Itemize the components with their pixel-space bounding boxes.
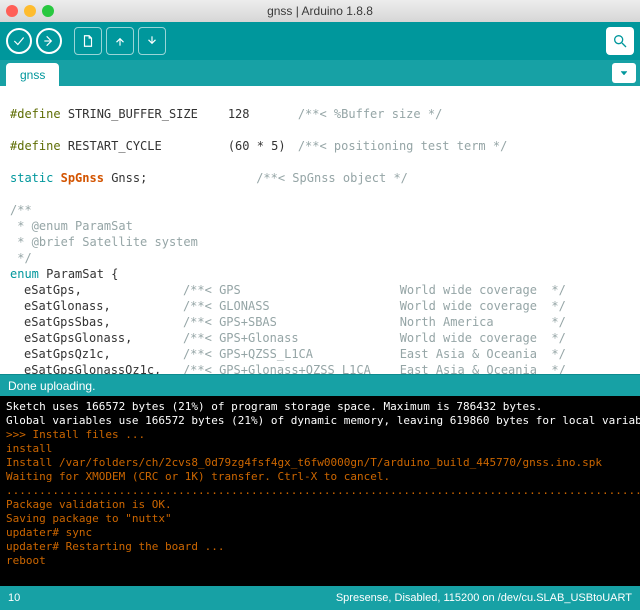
tab-bar: gnss [0,60,640,86]
console-line: updater# sync [6,526,634,540]
code-line [10,154,630,170]
code-line: #define RESTART_CYCLE(60 * 5)/**< positi… [10,138,630,154]
status-bar: Done uploading. [0,374,640,396]
code-line: eSatGpsGlonass, /**< GPS+Glonass World w… [10,330,630,346]
console-line: Sketch uses 166572 bytes (21%) of progra… [6,400,634,414]
arrow-right-icon [42,34,56,48]
code-line: eSatGpsSbas, /**< GPS+SBAS North America… [10,314,630,330]
serial-monitor-button[interactable] [606,27,634,55]
console-line: install [6,442,634,456]
code-line: eSatGlonass, /**< GLONASS World wide cov… [10,298,630,314]
code-line [10,186,630,202]
console-line: updater# Restarting the board ... [6,540,634,554]
toolbar [0,22,640,60]
console-line: reboot [6,554,634,568]
console-line: ........................................… [6,484,634,498]
open-button[interactable] [106,27,134,55]
window-titlebar: gnss | Arduino 1.8.8 [0,0,640,22]
status-text: Done uploading. [8,379,95,393]
line-number: 10 [8,592,20,604]
code-line: eSatGpsQz1c, /**< GPS+QZSS_L1CA East Asi… [10,346,630,362]
console-line: Package validation is OK. [6,498,634,512]
chevron-down-icon [618,67,630,79]
arrow-down-icon [145,34,159,48]
tab-gnss[interactable]: gnss [6,63,59,86]
console-line: Global variables use 166572 bytes (21%) … [6,414,634,428]
code-line: static SpGnss Gnss;/**< SpGnss object */ [10,170,630,186]
verify-button[interactable] [6,28,32,54]
code-line [10,122,630,138]
code-line: enum ParamSat { [10,266,630,282]
code-line: #define STRING_BUFFER_SIZE128/**< %Buffe… [10,106,630,122]
upload-button[interactable] [36,28,62,54]
code-line: */ [10,250,630,266]
console-line: Install /var/folders/ch/2cvs8_0d79zg4fsf… [6,456,634,470]
tab-menu-button[interactable] [612,63,636,83]
new-button[interactable] [74,27,102,55]
code-line: /** [10,202,630,218]
arrow-up-icon [113,34,127,48]
board-port-info: Spresense, Disabled, 115200 on /dev/cu.S… [336,592,632,604]
console-output[interactable]: Sketch uses 166572 bytes (21%) of progra… [0,396,640,586]
console-line: Waiting for XMODEM (CRC or 1K) transfer.… [6,470,634,484]
code-line: eSatGpsGlonassQz1c, /**< GPS+Glonass+QZS… [10,362,630,374]
code-editor[interactable]: #define STRING_BUFFER_SIZE128/**< %Buffe… [0,86,640,374]
console-line: >>> Install files ... [6,428,634,442]
code-line: * @enum ParamSat [10,218,630,234]
code-line: * @brief Satellite system [10,234,630,250]
console-line: Saving package to "nuttx" [6,512,634,526]
magnifier-icon [612,33,628,49]
footer-bar: 10 Spresense, Disabled, 115200 on /dev/c… [0,586,640,610]
file-icon [81,34,95,48]
code-line: eSatGps, /**< GPS World wide coverage */ [10,282,630,298]
window-title: gnss | Arduino 1.8.8 [0,4,640,18]
check-icon [12,34,26,48]
save-button[interactable] [138,27,166,55]
code-line [10,90,630,106]
